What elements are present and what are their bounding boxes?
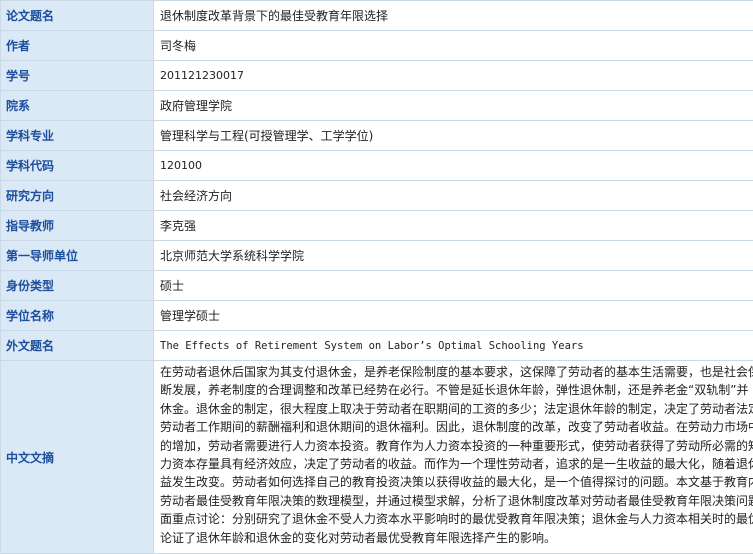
- research-direction-label: 研究方向: [1, 181, 154, 211]
- advisor-value: 李克强: [154, 211, 753, 241]
- identity-type-label: 身份类型: [1, 271, 154, 301]
- department-label: 院系: [1, 91, 154, 121]
- author-label: 作者: [1, 31, 154, 61]
- student-id-value: 201121230017: [154, 61, 753, 91]
- row-discipline-code: 学科代码 120100: [1, 151, 753, 181]
- identity-type-value: 硕士: [154, 271, 753, 301]
- row-advisor: 指导教师 李克强: [1, 211, 753, 241]
- advisor-label: 指导教师: [1, 211, 154, 241]
- thesis-record-table: 论文题名 退休制度改革背景下的最佳受教育年限选择 作者 司冬梅 学号 20112…: [0, 0, 753, 554]
- discipline-code-label: 学科代码: [1, 151, 154, 181]
- advisor-unit-value: 北京师范大学系统科学学院: [154, 241, 753, 271]
- major-value: 管理科学与工程(可授管理学、工学学位): [154, 121, 753, 151]
- student-id-label: 学号: [1, 61, 154, 91]
- row-major: 学科专业 管理科学与工程(可授管理学、工学学位): [1, 121, 753, 151]
- foreign-title-value: The Effects of Retirement System on Labo…: [154, 331, 753, 361]
- row-department: 院系 政府管理学院: [1, 91, 753, 121]
- foreign-title-label: 外文题名: [1, 331, 154, 361]
- research-direction-value: 社会经济方向: [154, 181, 753, 211]
- major-label: 学科专业: [1, 121, 154, 151]
- author-value: 司冬梅: [154, 31, 753, 61]
- row-advisor-unit: 第一导师单位 北京师范大学系统科学学院: [1, 241, 753, 271]
- abstract-text: 在劳动者退休后国家为其支付退休金，是养老保险制度的基本要求，这保障了劳动者的基本…: [160, 363, 753, 547]
- row-research-direction: 研究方向 社会经济方向: [1, 181, 753, 211]
- abstract-label: 中文文摘: [1, 361, 154, 554]
- row-degree-name: 学位名称 管理学硕士: [1, 301, 753, 331]
- abstract-value: 在劳动者退休后国家为其支付退休金，是养老保险制度的基本要求，这保障了劳动者的基本…: [154, 361, 753, 554]
- row-student-id: 学号 201121230017: [1, 61, 753, 91]
- discipline-code-value: 120100: [154, 151, 753, 181]
- advisor-unit-label: 第一导师单位: [1, 241, 154, 271]
- title-value: 退休制度改革背景下的最佳受教育年限选择: [154, 1, 753, 31]
- row-foreign-title: 外文题名 The Effects of Retirement System on…: [1, 331, 753, 361]
- row-title: 论文题名 退休制度改革背景下的最佳受教育年限选择: [1, 1, 753, 31]
- department-value: 政府管理学院: [154, 91, 753, 121]
- row-author: 作者 司冬梅: [1, 31, 753, 61]
- row-identity-type: 身份类型 硕士: [1, 271, 753, 301]
- degree-name-label: 学位名称: [1, 301, 154, 331]
- title-label: 论文题名: [1, 1, 154, 31]
- degree-name-value: 管理学硕士: [154, 301, 753, 331]
- row-abstract: 中文文摘 在劳动者退休后国家为其支付退休金，是养老保险制度的基本要求，这保障了劳…: [1, 361, 753, 554]
